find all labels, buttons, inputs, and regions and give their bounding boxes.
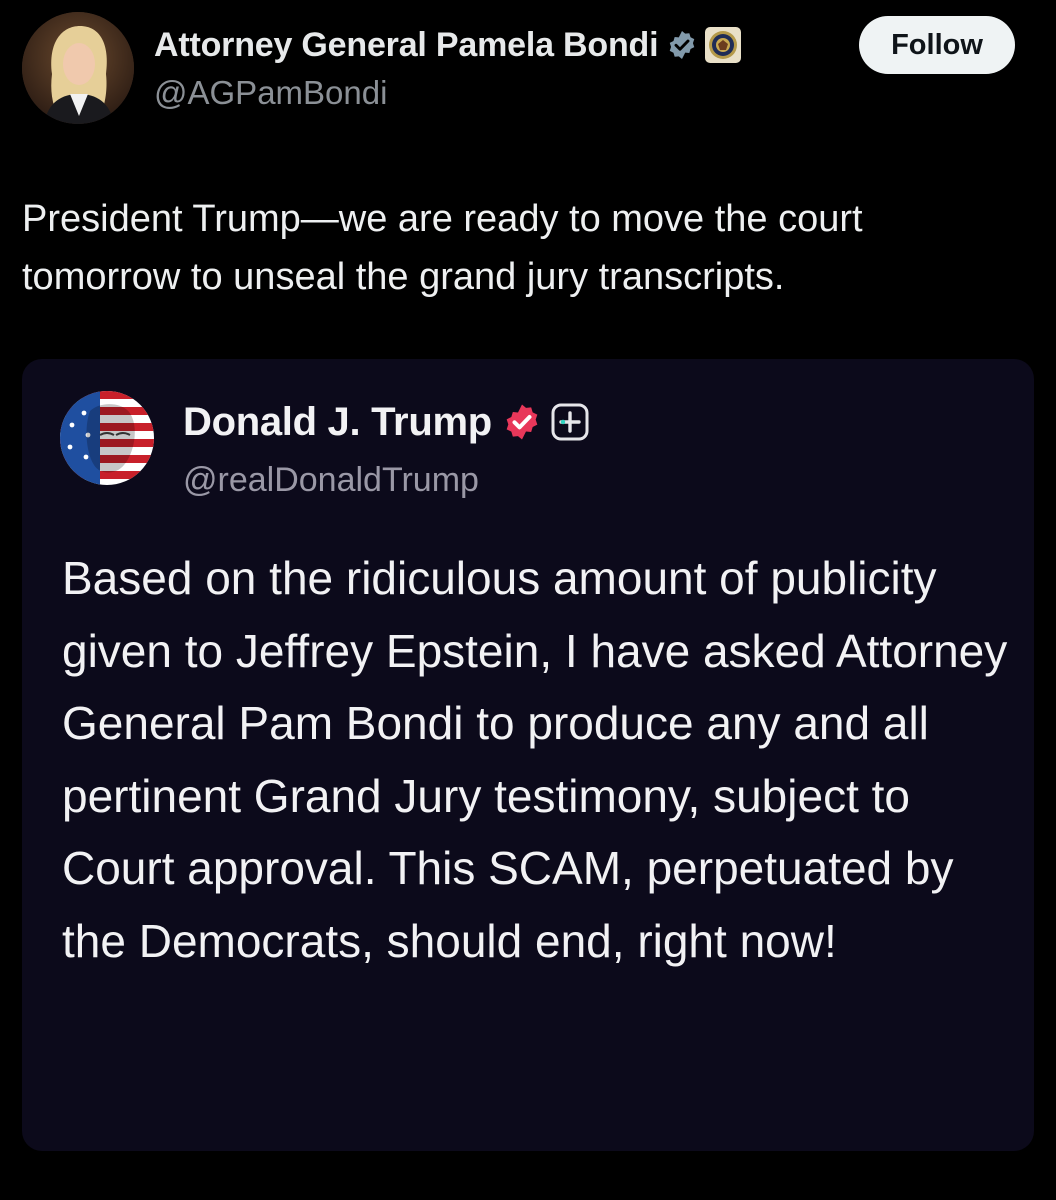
author-avatar[interactable] — [22, 12, 134, 124]
quoted-author-info: Donald J. Trump @realDonaldTrump — [183, 399, 590, 500]
quoted-author-name[interactable]: Donald J. Trump — [183, 400, 492, 445]
doj-seal-icon[interactable] — [704, 26, 742, 64]
follow-button[interactable]: Follow — [859, 16, 1015, 74]
author-info: Attorney General Pamela Bondi @AGPamBond… — [154, 22, 742, 112]
quoted-author-avatar[interactable] — [60, 391, 154, 485]
post: Attorney General Pamela Bondi @AGPamBond… — [0, 0, 1056, 1200]
quoted-post-text: Based on the ridiculous amount of public… — [62, 552, 1008, 967]
truth-verified-badge-icon — [502, 402, 542, 442]
author-name-row: Attorney General Pamela Bondi — [154, 22, 742, 68]
truth-plus-badge-icon — [550, 402, 590, 442]
verified-badge-icon[interactable] — [666, 29, 698, 61]
author-name[interactable]: Attorney General Pamela Bondi — [154, 26, 659, 65]
quoted-post-card[interactable]: Donald J. Trump @realDonaldTrump Based o… — [22, 359, 1034, 1151]
post-text: President Trump—we are ready to move the… — [22, 198, 863, 298]
quoted-author-handle[interactable]: @realDonaldTrump — [183, 461, 590, 500]
quoted-author-name-row: Donald J. Trump — [183, 399, 590, 445]
author-handle[interactable]: @AGPamBondi — [154, 74, 742, 112]
